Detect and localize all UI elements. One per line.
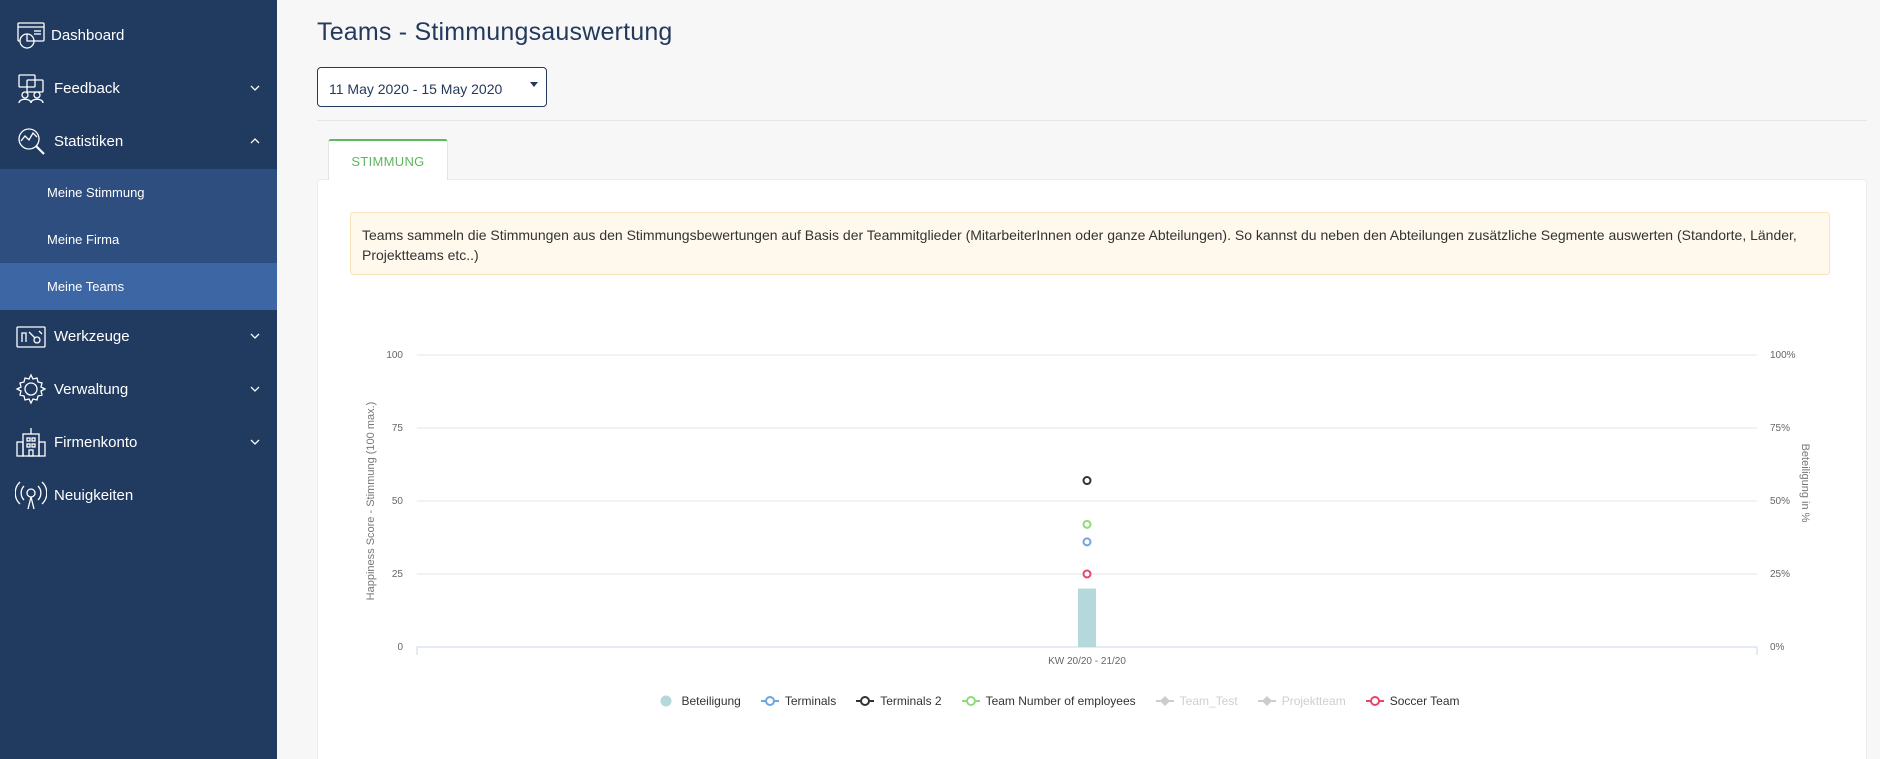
y2-axis-title: Beteiligung in %	[1799, 444, 1811, 523]
y-tick-label: 100	[386, 350, 403, 361]
y2-tick-label: 25%	[1770, 569, 1790, 580]
legend-item[interactable]: Team_Test	[1155, 694, 1238, 708]
chevron-down-icon	[248, 329, 262, 343]
sidebar-item-label: Neuigkeiten	[54, 486, 134, 504]
sidebar-subitem-meine-firma[interactable]: Meine Firma	[0, 216, 277, 263]
sidebar-subitem-label: Meine Teams	[47, 279, 125, 294]
legend-item[interactable]: Terminals	[760, 694, 837, 708]
sidebar-item-statistiken[interactable]: Statistiken	[0, 121, 277, 161]
page-title: Teams - Stimmungsauswertung	[317, 18, 673, 46]
y2-tick-label: 75%	[1770, 423, 1790, 434]
settings-icon	[15, 373, 47, 405]
chevron-up-icon	[248, 134, 262, 148]
happiness-chart: 0 0% 25 25% 50 50% 75 75% 100 100% Happiness Score…	[365, 350, 1811, 667]
y-tick-label: 0	[397, 642, 403, 653]
date-range-value: 11 May 2020 - 15 May 2020	[329, 81, 503, 97]
statistics-icon	[15, 125, 47, 157]
legend-label: Projektteam	[1281, 694, 1346, 708]
legend-symbol	[961, 695, 980, 707]
legend-item[interactable]: Terminals 2	[856, 694, 942, 708]
sidebar: Dashboard Feedback Statistiken Meine Sti…	[0, 0, 277, 759]
legend-item[interactable]: Beteiligung	[657, 694, 741, 708]
dashboard-icon	[15, 19, 47, 51]
sidebar-item-neuigkeiten[interactable]: Neuigkeiten	[0, 475, 277, 515]
sidebar-item-label: Feedback	[54, 79, 120, 97]
legend-label: Team Number of employees	[985, 694, 1136, 708]
legend-symbol	[657, 695, 675, 707]
legend-item[interactable]: Projektteam	[1257, 694, 1346, 708]
legend-symbol	[856, 695, 875, 707]
company-icon	[15, 426, 47, 458]
y2-tick-label: 50%	[1770, 496, 1790, 507]
sidebar-item-label: Dashboard	[51, 26, 125, 44]
info-alert-text: Teams sammeln die Stimmungen aus den Sti…	[362, 227, 1797, 263]
news-icon	[14, 479, 48, 511]
legend-label: Terminals	[784, 694, 837, 708]
sidebar-subitem-label: Meine Stimmung	[47, 185, 145, 200]
sidebar-item-label: Statistiken	[54, 132, 124, 150]
tab-stimmung[interactable]: STIMMUNG	[328, 139, 448, 180]
data-point-terminals-2	[1082, 476, 1092, 486]
legend-symbol	[760, 695, 779, 707]
legend-symbol	[1365, 695, 1384, 707]
y-axis-title: Happiness Score - Stimmung (100 max.)	[365, 402, 377, 601]
legend-item[interactable]: Soccer Team	[1365, 694, 1460, 708]
y2-tick-label: 100%	[1770, 350, 1796, 361]
sidebar-item-werkzeuge[interactable]: Werkzeuge	[0, 316, 277, 356]
chart-legend: Beteiligung Terminals Terminals 2 Team Numb…	[0, 694, 1880, 708]
sidebar-subitem-meine-teams[interactable]: Meine Teams	[0, 263, 277, 310]
chevron-down-icon	[248, 81, 262, 95]
date-range-picker[interactable]: 11 May 2020 - 15 May 2020	[317, 67, 547, 107]
feedback-icon	[15, 72, 47, 104]
info-alert: Teams sammeln die Stimmungen aus den Sti…	[350, 212, 1830, 275]
y-tick-label: 75	[392, 423, 404, 434]
sidebar-item-firmenkonto[interactable]: Firmenkonto	[0, 422, 277, 462]
caret-down-icon	[530, 82, 538, 87]
legend-symbol	[1257, 695, 1276, 707]
sidebar-item-label: Werkzeuge	[54, 327, 130, 345]
legend-label: Beteiligung	[681, 694, 741, 708]
y2-tick-label: 0%	[1770, 642, 1785, 653]
sidebar-item-label: Verwaltung	[54, 380, 129, 398]
sidebar-item-feedback[interactable]: Feedback	[0, 68, 277, 108]
tools-icon	[15, 320, 47, 352]
legend-label: Terminals 2	[880, 694, 942, 708]
legend-label: Team_Test	[1179, 694, 1238, 708]
legend-symbol	[1155, 695, 1174, 707]
data-point-terminals	[1082, 537, 1092, 547]
y-tick-label: 50	[392, 496, 404, 507]
legend-label: Soccer Team	[1389, 694, 1460, 708]
sidebar-item-verwaltung[interactable]: Verwaltung	[0, 369, 277, 409]
legend-item[interactable]: Team Number of employees	[961, 694, 1136, 708]
data-point-team-number-of-employees	[1082, 519, 1092, 529]
chevron-down-icon	[248, 382, 262, 396]
sidebar-subitem-meine-stimmung[interactable]: Meine Stimmung	[0, 169, 277, 216]
bar-beteiligung	[1078, 588, 1096, 647]
data-point-soccer-team	[1082, 569, 1092, 579]
tab-label: STIMMUNG	[351, 154, 425, 169]
x-tick-label: KW 20/20 - 21/20	[1048, 656, 1126, 667]
chevron-down-icon	[248, 435, 262, 449]
y-tick-label: 25	[392, 569, 404, 580]
divider	[317, 120, 1867, 121]
sidebar-subitem-label: Meine Firma	[47, 232, 120, 247]
sidebar-item-label: Firmenkonto	[54, 433, 138, 451]
sidebar-item-dashboard[interactable]: Dashboard	[0, 15, 277, 55]
